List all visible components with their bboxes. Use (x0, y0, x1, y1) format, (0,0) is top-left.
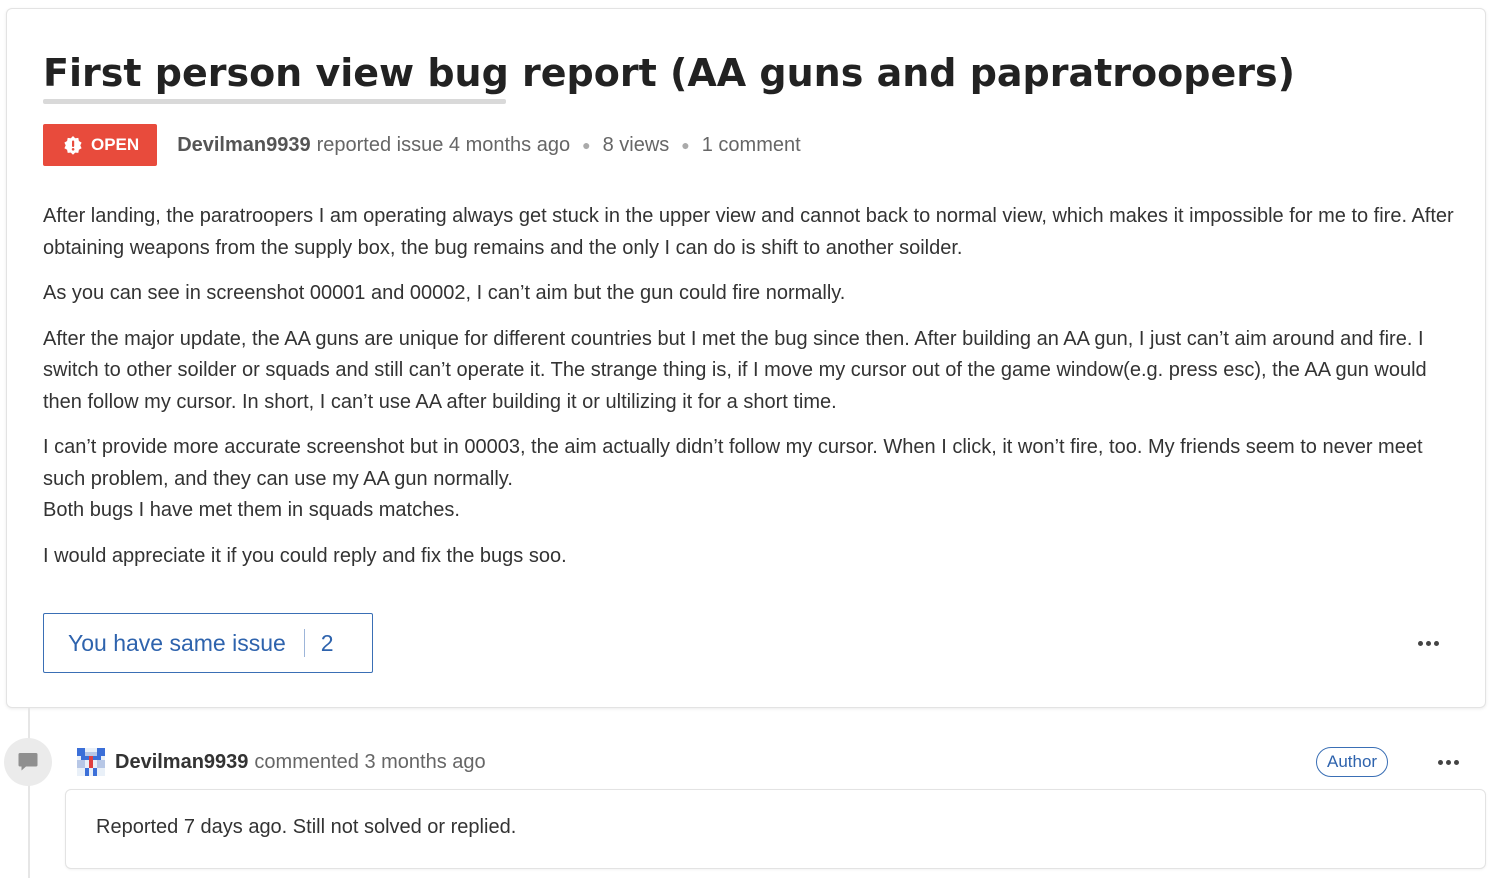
comments-count[interactable]: 1 comment (702, 134, 801, 157)
issue-action-text: reported issue 4 months ago (316, 133, 571, 156)
comment-header: Devilman9939 commented 3 months ago (77, 744, 486, 780)
issue-author-link[interactable]: Devilman9939 (177, 134, 310, 157)
avatar[interactable] (77, 748, 105, 776)
issue-more-icon[interactable] (1413, 633, 1443, 653)
issue-body: After landing, the paratroopers I am ope… (43, 201, 1463, 586)
status-badge: OPEN (43, 124, 158, 166)
same-issue-label: You have same issue (68, 629, 286, 656)
button-divider (303, 629, 305, 657)
meta-separator: ● (681, 137, 690, 153)
comment-text: Reported 7 days ago. Still not solved or… (96, 816, 517, 838)
body-paragraph: After the major update, the AA guns are … (43, 327, 1427, 413)
comment-author-link[interactable]: Devilman9939 (115, 751, 248, 774)
comment-bubble-icon (4, 738, 52, 786)
meta-separator: ● (582, 137, 591, 153)
body-paragraph: Both bugs I have met them in squads matc… (43, 499, 460, 521)
body-paragraph: As you can see in screenshot 00001 and 0… (43, 282, 846, 304)
body-paragraph: I can’t provide more accurate screenshot… (43, 436, 1423, 490)
author-badge: Author (1316, 747, 1389, 777)
comment-action-text: commented 3 months ago (254, 750, 486, 773)
title-underline (43, 99, 506, 104)
body-paragraph: After landing, the paratroopers I am ope… (43, 205, 1454, 259)
comment-card: Reported 7 days ago. Still not solved or… (65, 789, 1486, 869)
comment-more-icon[interactable] (1433, 752, 1463, 772)
body-paragraph: I would appreciate it if you could reply… (43, 544, 567, 567)
issue-meta: OPEN Devilman9939 reported issue 4 month… (43, 124, 801, 166)
same-issue-button[interactable]: You have same issue 2 (43, 613, 373, 673)
timeline-line (28, 708, 30, 878)
alert-icon (63, 135, 83, 155)
status-label: OPEN (91, 135, 140, 154)
views-count: 8 views (602, 133, 670, 156)
same-issue-count: 2 (320, 629, 334, 656)
issue-card: First person view bug report (AA guns an… (6, 8, 1486, 708)
issue-title: First person view bug report (AA guns an… (43, 51, 1295, 95)
